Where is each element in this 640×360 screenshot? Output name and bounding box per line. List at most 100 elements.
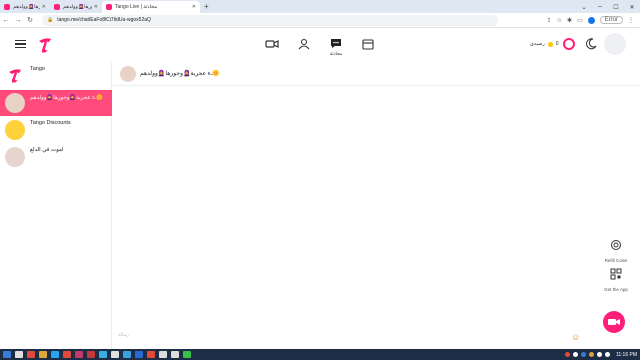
os-taskbar: 11:16 PM xyxy=(0,349,640,360)
forward-icon[interactable]: → xyxy=(12,17,24,24)
close-icon[interactable]: ✕ xyxy=(192,4,196,10)
menu-icon[interactable]: ⋮ xyxy=(628,17,634,24)
start-icon[interactable] xyxy=(3,351,11,358)
conversation-item[interactable]: Tango xyxy=(0,63,112,89)
app-icon[interactable] xyxy=(75,351,83,358)
video-camera-icon[interactable] xyxy=(265,37,279,51)
url-text: tango.me/chat/EaFo8lCi7IidUa-wgox52aQ xyxy=(57,17,151,23)
close-icon[interactable]: ✕ xyxy=(94,4,98,10)
tab-title: Tango Live | محادثة xyxy=(115,4,157,10)
close-window-icon[interactable]: ✕ xyxy=(624,4,640,11)
conversation-name: Tango xyxy=(30,66,45,72)
add-coins-button[interactable] xyxy=(563,38,575,50)
extensions-icon[interactable]: ✱ xyxy=(567,17,572,24)
maximize-icon[interactable]: ☐ xyxy=(608,4,624,11)
chat-messages-area xyxy=(113,86,640,350)
conversation-name: اموت في الدلع xyxy=(30,147,64,153)
calendar-icon[interactable] xyxy=(361,37,375,51)
message-input[interactable]: رسالة xyxy=(118,332,129,338)
tango-logo[interactable] xyxy=(36,35,54,55)
conversation-name: Tango Discounts xyxy=(30,120,71,126)
chevron-down-icon[interactable]: ⌄ xyxy=(576,4,592,11)
reload-icon[interactable]: ↻ xyxy=(24,16,36,24)
hamburger-menu-icon[interactable] xyxy=(15,40,26,48)
tray-icon[interactable] xyxy=(580,352,586,357)
avatar[interactable] xyxy=(120,66,136,82)
browser-window: ء عجرية🧕وجورها🧕وولدهم ✕ ـء عجرية🧕وجورها🧕… xyxy=(0,0,640,360)
chat-bubble-icon[interactable] xyxy=(329,36,343,50)
tray-icon[interactable] xyxy=(572,352,578,357)
avatar xyxy=(5,93,25,113)
people-icon[interactable] xyxy=(297,37,311,51)
tango-icon xyxy=(4,4,10,10)
chat-header: ـء عجرية🧕وجورها🧕وولدهم🌼 xyxy=(113,62,640,86)
tab-title: ـء عجرية🧕وجورها🧕وولدهم xyxy=(63,4,92,10)
app-icon[interactable] xyxy=(27,351,35,358)
tango-icon xyxy=(54,4,60,10)
conversation-item-selected[interactable]: ـء عجرية🧕وجورها🧕وولدهم🌼 xyxy=(0,90,112,116)
app-icon[interactable] xyxy=(171,351,179,358)
search-icon[interactable] xyxy=(15,351,23,358)
app-icon[interactable] xyxy=(63,351,71,358)
app-icon[interactable] xyxy=(87,351,95,358)
lock-icon[interactable]: 🔒 xyxy=(47,17,53,23)
new-video-call-button[interactable] xyxy=(603,311,625,333)
back-icon[interactable]: ← xyxy=(0,17,12,24)
new-tab-button[interactable]: + xyxy=(200,1,213,13)
coins-balance[interactable]: رصيدي 0 xyxy=(530,41,559,47)
coin-icon xyxy=(547,41,553,47)
tango-icon xyxy=(106,4,112,10)
window-controls: ⌄ ─ ☐ ✕ xyxy=(576,1,640,13)
profile-button[interactable] xyxy=(604,33,626,55)
sidebar-icon[interactable]: ▭ xyxy=(577,17,583,24)
app-icon[interactable] xyxy=(147,351,155,358)
app-icon[interactable] xyxy=(123,351,131,358)
conversation-name: ـء عجرية🧕وجورها🧕وولدهم🌼 xyxy=(30,95,104,101)
chats-nav-label[interactable]: محادثة xyxy=(322,51,350,57)
conversation-list: Tango ـء عجرية🧕وجورها🧕وولدهم🌼 Tango Disc… xyxy=(0,62,112,350)
coin-count: 0 xyxy=(555,41,559,47)
app-icon[interactable] xyxy=(111,351,119,358)
browser-tab-active[interactable]: Tango Live | محادثة ✕ xyxy=(102,1,200,13)
browser-tab-2[interactable]: ـء عجرية🧕وجورها🧕وولدهم ✕ xyxy=(50,1,102,13)
profile-avatar[interactable] xyxy=(587,16,595,24)
minimize-icon[interactable]: ─ xyxy=(592,4,608,10)
conversation-item[interactable]: اموت في الدلع xyxy=(0,144,112,170)
tray-icon[interactable] xyxy=(564,352,570,357)
tray-icon[interactable] xyxy=(588,352,594,357)
avatar xyxy=(5,147,25,167)
address-bar[interactable]: 🔒 tango.me/chat/EaFo8lCi7IidUa-wgox52aQ xyxy=(42,14,498,26)
tray-icon[interactable] xyxy=(596,352,602,357)
app-icon[interactable] xyxy=(51,351,59,358)
discount-avatar xyxy=(5,120,25,140)
get-app-label: Get the App xyxy=(604,287,628,292)
chrome-icon[interactable] xyxy=(183,351,191,358)
browser-tab-strip: ء عجرية🧕وجورها🧕وولدهم ✕ ـء عجرية🧕وجورها🧕… xyxy=(0,0,640,13)
folder-icon[interactable] xyxy=(39,351,47,358)
coins-label: رصيدي xyxy=(530,41,545,47)
emoji-icon[interactable]: ☺ xyxy=(571,332,580,342)
tab-title: ء عجرية🧕وجورها🧕وولدهم xyxy=(13,4,40,10)
refill-coins-button[interactable]: Refill Coins xyxy=(596,238,636,263)
app-icon[interactable] xyxy=(159,351,167,358)
chat-title[interactable]: ـء عجرية🧕وجورها🧕وولدهم🌼 xyxy=(140,70,220,77)
close-icon[interactable]: ✕ xyxy=(42,4,46,10)
clock[interactable]: 11:16 PM xyxy=(616,352,637,358)
conversation-item[interactable]: Tango Discounts xyxy=(0,117,112,143)
tango-logo xyxy=(5,65,25,85)
get-app-button[interactable]: Get the App xyxy=(596,267,636,292)
share-icon[interactable]: ⇪ xyxy=(547,17,552,24)
app-icon[interactable] xyxy=(135,351,143,358)
app-header: محادثة رصيدي 0 xyxy=(0,29,640,62)
toolbar-icons: ⇪ ☆ ✱ ▭ Error ⋮ xyxy=(547,16,640,24)
moon-icon[interactable] xyxy=(585,38,597,50)
app-icon[interactable] xyxy=(99,351,107,358)
star-icon[interactable]: ☆ xyxy=(557,17,562,24)
volume-icon[interactable] xyxy=(604,352,610,357)
browser-toolbar: ← → ↻ 🔒 tango.me/chat/EaFo8lCi7IidUa-wgo… xyxy=(0,13,640,28)
refill-coins-label: Refill Coins xyxy=(604,258,628,263)
coin-icon xyxy=(611,240,621,250)
browser-tab-1[interactable]: ء عجرية🧕وجورها🧕وولدهم ✕ xyxy=(0,1,50,13)
error-button[interactable]: Error xyxy=(599,16,623,24)
qr-code-icon xyxy=(610,268,622,280)
